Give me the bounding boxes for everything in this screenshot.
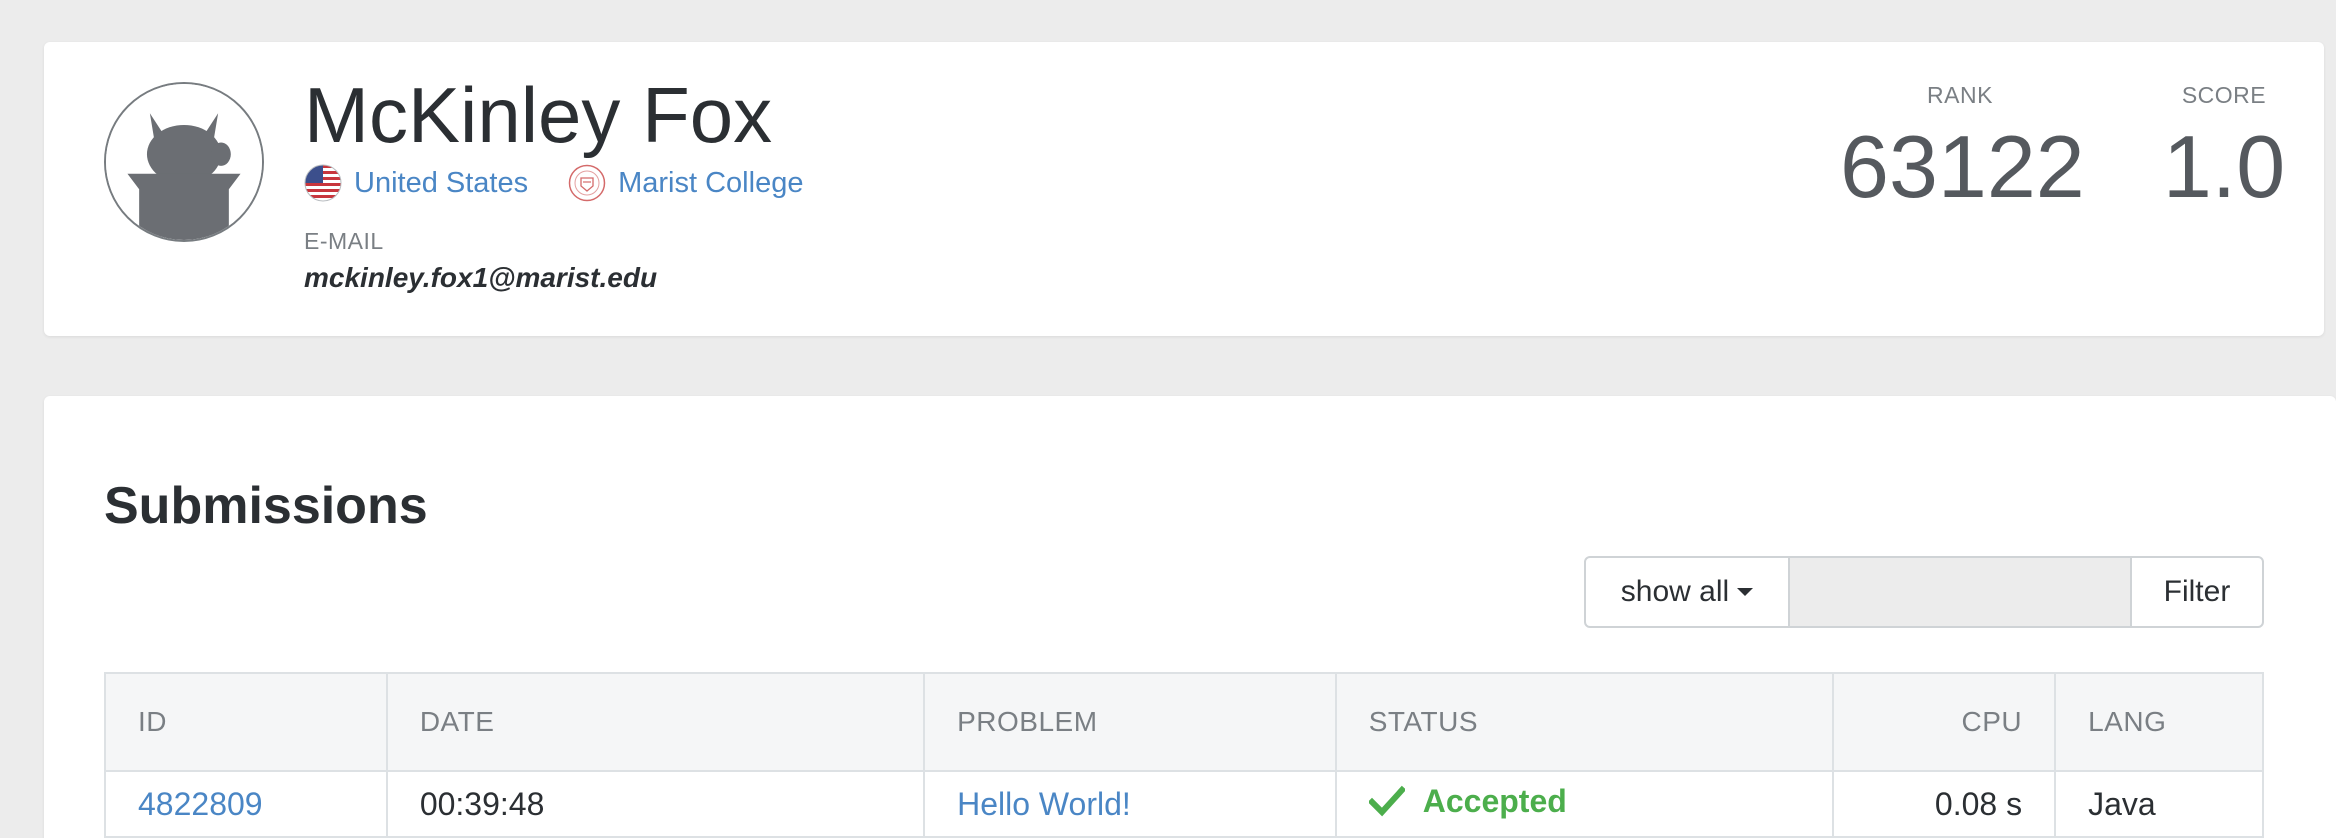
affiliation-row: United States Marist College xyxy=(304,160,803,206)
cell-status: Accepted xyxy=(1334,770,1835,838)
filter-input[interactable] xyxy=(1790,558,2130,626)
profile-card: McKinley Fox United States Marist Colleg… xyxy=(44,42,2324,336)
cell-lang: Java xyxy=(2054,770,2264,838)
show-all-dropdown[interactable]: show all xyxy=(1586,558,1790,626)
status-accepted: Accepted xyxy=(1368,782,1567,820)
score-value: 1.0 xyxy=(2162,117,2286,216)
university-link[interactable]: Marist College xyxy=(618,167,803,200)
column-header-lang[interactable]: LANG xyxy=(2054,672,2264,772)
filter-group: show all Filter xyxy=(1584,556,2264,628)
submissions-table: ID DATE PROBLEM STATUS CPU LANG 4822809 … xyxy=(104,672,2264,838)
default-avatar-icon xyxy=(104,82,264,242)
column-header-cpu[interactable]: CPU xyxy=(1832,672,2057,772)
column-header-date[interactable]: DATE xyxy=(385,672,926,772)
rank-value: 63122 xyxy=(1840,117,2085,216)
status-label: Accepted xyxy=(1422,782,1567,819)
dropdown-label: show all xyxy=(1620,575,1730,608)
cell-problem: Hello World! xyxy=(923,770,1337,838)
checkmark-icon xyxy=(1368,786,1405,817)
problem-link[interactable]: Hello World! xyxy=(957,786,1131,822)
column-header-problem[interactable]: PROBLEM xyxy=(923,672,1337,772)
filter-button[interactable]: Filter xyxy=(2130,558,2262,626)
table-row: 4822809 00:39:48 Hello World! Accepted 0… xyxy=(104,770,2264,838)
rank-label: RANK xyxy=(1927,82,1993,108)
score-stat: SCORE 1.0 xyxy=(2144,82,2304,211)
email-label: E-MAIL xyxy=(304,228,384,254)
submissions-card: Submissions show all Filter ID DATE PROB… xyxy=(44,396,2336,838)
user-name: McKinley Fox xyxy=(304,71,773,159)
email-value: mckinley.fox1@marist.edu xyxy=(304,262,658,293)
cell-cpu: 0.08 s xyxy=(1832,770,2057,838)
country-link[interactable]: United States xyxy=(354,167,528,200)
us-flag-icon xyxy=(304,164,342,202)
cell-date: 00:39:48 xyxy=(385,770,926,838)
caret-down-icon xyxy=(1737,588,1754,596)
university-seal-icon xyxy=(568,164,606,202)
table-header-row: ID DATE PROBLEM STATUS CPU LANG xyxy=(104,672,2264,772)
submissions-title: Submissions xyxy=(104,477,428,535)
cell-id: 4822809 xyxy=(104,770,388,838)
column-header-id[interactable]: ID xyxy=(104,672,388,772)
submission-id-link[interactable]: 4822809 xyxy=(138,786,263,822)
column-header-status[interactable]: STATUS xyxy=(1334,672,1835,772)
score-label: SCORE xyxy=(2181,82,2267,108)
rank-stat: RANK 63122 xyxy=(1840,82,2085,216)
